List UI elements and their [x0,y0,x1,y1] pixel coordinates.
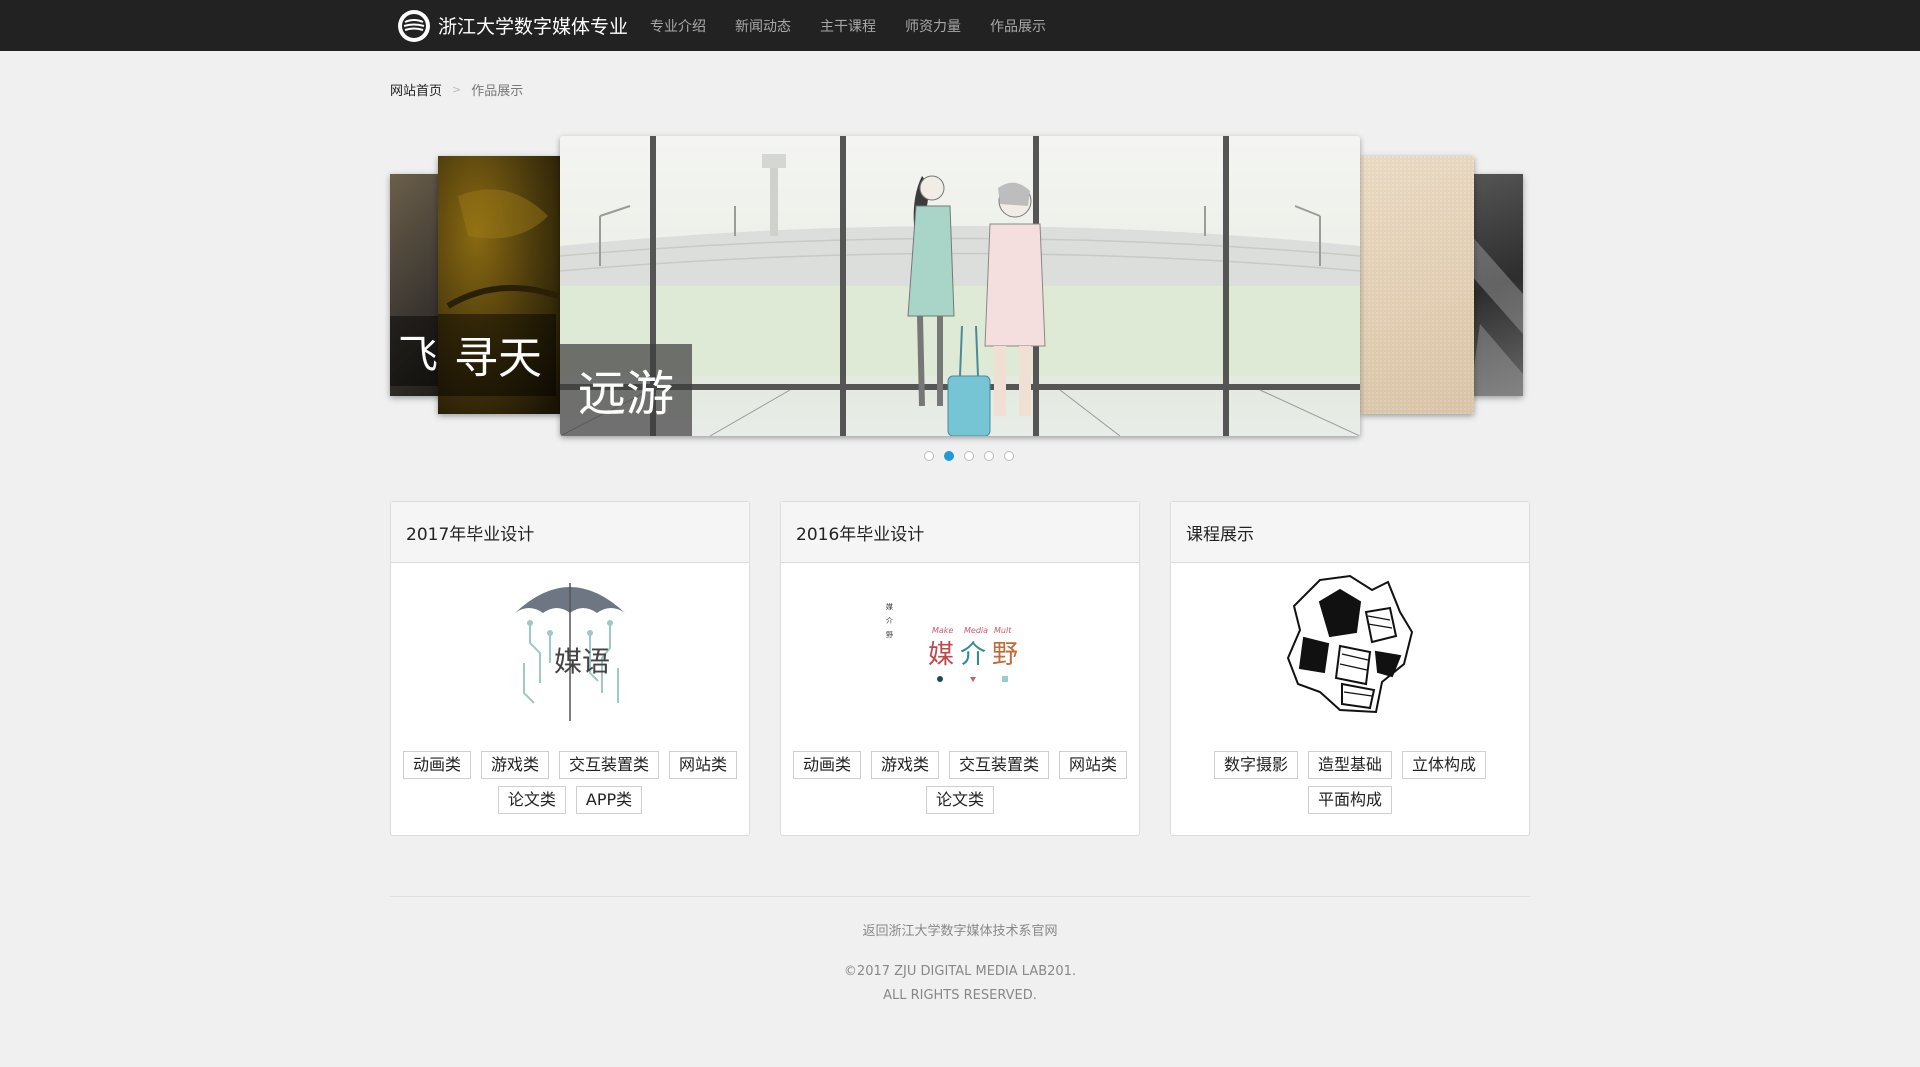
carousel-dot-5[interactable] [1004,451,1014,461]
nav-link-works[interactable]: 作品展示 [990,16,1046,36]
media-wild-logo-icon[interactable]: 媒 介 野 Make Media Mult 媒 介 野 [781,572,1139,722]
panel-title: 课程展示 [1171,502,1529,563]
panel-2017-graduation: 2017年毕业设计 媒语 动画类 游戏类 交互装置类 网站类 论文类 APP类 [390,501,750,836]
brand[interactable]: 浙江大学数字媒体专业 [398,0,628,51]
breadcrumb-home[interactable]: 网站首页 [390,80,442,99]
carousel-dot-3[interactable] [964,451,974,461]
carousel-slide-left[interactable]: 寻天 [438,156,566,414]
tag-thesis[interactable]: 论文类 [497,786,566,814]
logo-word-1: Make [932,626,953,635]
tag-digital-photography[interactable]: 数字摄影 [1213,751,1298,779]
breadcrumb: 网站首页 > 作品展示 [390,80,523,99]
tag-modeling-basics[interactable]: 造型基础 [1307,751,1392,779]
footer-rights: ALL RIGHTS RESERVED. [883,988,1037,1003]
carousel-dot-2[interactable] [944,451,954,461]
logo-small-char-1: 媒 [886,602,893,611]
umbrella-logo-icon[interactable]: 媒语 [391,572,749,722]
panel-title: 2016年毕业设计 [781,502,1139,563]
carousel-dot-1[interactable] [924,451,934,461]
category-tags: 数字摄影 造型基础 立体构成 平面构成 [1171,751,1529,821]
footer-copyright: ©2017 ZJU DIGITAL MEDIA LAB201. [843,964,1077,979]
carousel-dot-4[interactable] [984,451,994,461]
tag-2d-composition[interactable]: 平面构成 [1307,786,1392,814]
panel-course-showcase: 课程展示 数字摄影 造型基础 立体构成 平面构成 [1170,501,1530,836]
tag-website[interactable]: 网站类 [669,751,738,779]
slide-caption: 远游 [560,344,693,436]
logo-char-mei: 媒 [928,640,954,670]
breadcrumb-current: 作品展示 [471,84,524,99]
slide-artwork [1470,234,1523,396]
tag-interactive-installation[interactable]: 交互装置类 [559,751,660,779]
nav-link-faculty[interactable]: 师资力量 [905,16,961,36]
carousel-slide-right[interactable] [1360,156,1474,414]
umbrella-logo-text: 媒语 [554,645,610,678]
brand-title: 浙江大学数字媒体专业 [438,16,629,38]
tag-app[interactable]: APP类 [575,786,643,814]
category-tags: 动画类 游戏类 交互装置类 网站类 论文类 [781,751,1139,821]
top-navbar: 浙江大学数字媒体专业 专业介绍 新闻动态 主干课程 师资力量 作品展示 [0,0,1920,51]
sketch-city-icon[interactable] [1171,572,1529,722]
logo-char-ye: 野 [992,640,1018,670]
slide-caption: 寻天 [438,314,556,396]
nav-link-news[interactable]: 新闻动态 [735,16,791,36]
nav-links: 专业介绍 新闻动态 主干课程 师资力量 作品展示 [650,0,1075,51]
panel-title: 2017年毕业设计 [391,502,749,563]
logo-word-3: Mult [994,626,1012,635]
carousel-slide-active[interactable]: 远游 [560,136,1360,436]
tag-website[interactable]: 网站类 [1059,751,1128,779]
logo-small-char-3: 野 [886,631,893,639]
breadcrumb-separator-icon: > [452,83,462,96]
panel-2016-graduation: 2016年毕业设计 媒 介 野 Make Media Mult 媒 介 野 动画… [780,501,1140,836]
logo-small-char-2: 介 [886,617,893,625]
footer-link[interactable]: 返回浙江大学数字媒体技术系官网 [390,920,1530,939]
tag-animation[interactable]: 动画类 [402,751,471,779]
carousel-dots [924,451,1024,461]
tag-game[interactable]: 游戏类 [480,751,549,779]
footer-divider [390,896,1530,897]
logo-word-2: Media [964,626,988,635]
slide-artwork [1360,156,1474,414]
works-carousel: 飞 寻天 远游 [390,136,1523,466]
category-tags: 动画类 游戏类 交互装置类 网站类 论文类 APP类 [391,751,749,821]
nav-link-major-intro[interactable]: 专业介绍 [650,16,706,36]
tag-interactive-installation[interactable]: 交互装置类 [949,751,1050,779]
tag-thesis[interactable]: 论文类 [925,786,994,814]
zju-logo-icon [398,9,430,42]
nav-link-courses[interactable]: 主干课程 [820,16,876,36]
carousel-slide-far-right[interactable] [1470,174,1523,396]
tag-animation[interactable]: 动画类 [792,751,861,779]
tag-game[interactable]: 游戏类 [870,751,939,779]
tag-3d-composition[interactable]: 立体构成 [1402,751,1487,779]
logo-char-jie: 介 [960,640,986,670]
